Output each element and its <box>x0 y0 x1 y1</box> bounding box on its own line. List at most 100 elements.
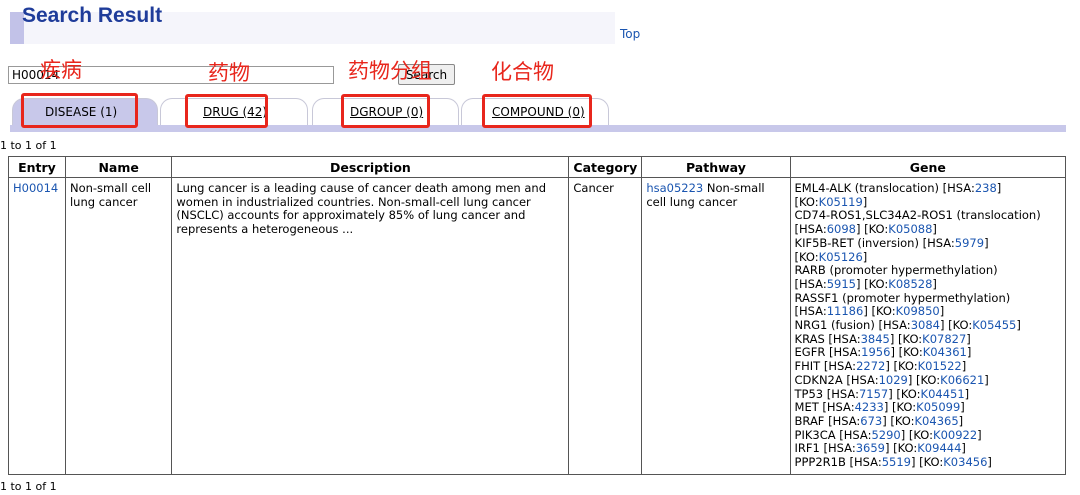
gene-hsa-link[interactable]: 3084 <box>911 318 940 332</box>
column-header-description: Description <box>171 156 570 178</box>
ko-suffix: ] <box>958 413 964 428</box>
hsa-prefix: [HSA: <box>794 222 827 237</box>
annotation-box-disease <box>21 93 138 128</box>
hsa-prefix: [HSA: <box>823 359 857 374</box>
gene-name: CD74-ROS1,SLC34A2-ROS1 (translocation) <box>794 208 1041 223</box>
hsa-suffix: ] <box>996 181 1002 195</box>
entry-cell: H00014 <box>8 177 66 475</box>
ko-suffix: ] <box>1016 318 1021 333</box>
ko-prefix: [KO: <box>794 194 819 209</box>
gene-ko-link[interactable]: K08528 <box>888 277 932 291</box>
hsa-prefix: [HSA: <box>828 413 861 428</box>
annotation-box-dgroup <box>341 94 430 128</box>
hsa-prefix: [HSA: <box>878 318 911 333</box>
gene-entry: PPP2R1B [HSA:5519] [KO:K03456] <box>795 455 992 469</box>
gene-ko-link[interactable]: K09850 <box>896 304 940 318</box>
gene-name: PIK3CA <box>794 427 840 442</box>
gene-ko-link[interactable]: K04451 <box>921 387 965 401</box>
ko-suffix: ] <box>960 400 965 415</box>
gene-hsa-link[interactable]: 5519 <box>882 455 911 469</box>
gene-ko-link[interactable]: K04365 <box>915 414 959 428</box>
ko-suffix: ] <box>932 276 937 291</box>
gene-hsa-link[interactable]: 5979 <box>955 236 984 250</box>
gene-name: MET <box>794 400 823 415</box>
table-row: H00014 Non-small cell lung cancer Lung c… <box>8 177 1067 475</box>
result-count-bottom: 1 to 1 of 1 <box>0 480 57 493</box>
gene-ko-link[interactable]: K05099 <box>916 400 960 414</box>
hsa-prefix: [HSA: <box>846 372 879 387</box>
gene-hsa-link[interactable]: 3845 <box>861 332 890 346</box>
ko-prefix: [KO: <box>890 413 915 428</box>
gene-entry: EML4-ALK (translocation) [HSA:238] [KO:K… <box>795 181 1002 209</box>
gene-hsa-link[interactable]: 11186 <box>827 304 864 318</box>
hsa-suffix: ] <box>856 222 865 237</box>
annotation-drug: 药物 <box>208 61 250 85</box>
ko-prefix: [KO: <box>898 331 923 346</box>
gene-name: IRF1 <box>794 441 824 456</box>
gene-ko-link[interactable]: K01522 <box>918 359 962 373</box>
hsa-suffix: ] <box>884 441 894 456</box>
gene-hsa-link[interactable]: 3659 <box>856 441 885 456</box>
gene-ko-link[interactable]: K05088 <box>888 222 932 236</box>
gene-hsa-link[interactable]: 6098 <box>827 222 856 236</box>
gene-ko-link[interactable]: K06621 <box>940 373 984 387</box>
gene-ko-link[interactable]: K04361 <box>923 345 967 360</box>
ko-prefix: [KO: <box>908 427 934 442</box>
gene-ko-link[interactable]: K03456 <box>943 455 987 469</box>
gene-hsa-link[interactable]: 238 <box>975 181 997 195</box>
hsa-suffix: ] <box>890 345 899 360</box>
hsa-prefix: [HSA: <box>922 235 955 250</box>
gene-hsa-link[interactable]: 673 <box>860 414 882 428</box>
gene-entry: TP53 [HSA:7157] [KO:K04451] <box>795 387 970 401</box>
gene-name: CDKN2A <box>794 372 847 387</box>
gene-name: KRAS <box>794 331 829 346</box>
gene-hsa-link[interactable]: 5915 <box>827 277 856 291</box>
gene-hsa-link[interactable]: 4233 <box>855 400 884 414</box>
gene-ko-link[interactable]: K05119 <box>819 195 863 209</box>
gene-entry: MET [HSA:4233] [KO:K05099] <box>795 400 965 414</box>
gene-entry: CDKN2A [HSA:1029] [KO:K06621] <box>795 373 989 387</box>
gene-entry: KIF5B-RET (inversion) [HSA:5979] [KO:K05… <box>795 236 989 264</box>
column-header-gene: Gene <box>789 156 1067 178</box>
gene-ko-link[interactable]: K05126 <box>819 250 863 264</box>
results-table: Entry Name Description Category Pathway … <box>8 156 1067 475</box>
hsa-prefix: [HSA: <box>828 331 861 346</box>
gene-name: RARB (promoter hypermethylation) <box>794 263 998 278</box>
hsa-suffix: ] <box>883 400 893 415</box>
ko-prefix: [KO: <box>864 276 889 291</box>
gene-ko-link[interactable]: K09444 <box>917 441 961 456</box>
ko-suffix: ] <box>966 345 972 360</box>
gene-entry: PIK3CA [HSA:5290] [KO:K00922] <box>795 428 982 442</box>
ko-suffix: ] <box>961 359 967 374</box>
ko-prefix: [KO: <box>896 386 921 401</box>
column-header-category: Category <box>568 156 643 178</box>
hsa-prefix: [HSA: <box>794 276 827 291</box>
gene-ko-link[interactable]: K05455 <box>972 318 1016 332</box>
entry-link[interactable]: H00014 <box>13 181 58 195</box>
pathway-link[interactable]: hsa05223 <box>646 181 703 195</box>
hsa-suffix: ] <box>885 359 894 374</box>
gene-name: NRG1 (fusion) <box>794 318 879 333</box>
gene-name: RASSF1 (promoter hypermethylation) <box>794 290 1011 305</box>
ko-suffix: ] <box>977 427 982 442</box>
hsa-suffix: ] <box>984 235 989 250</box>
gene-hsa-link[interactable]: 1029 <box>879 373 908 387</box>
ko-prefix: [KO: <box>892 400 917 415</box>
gene-name: TP53 <box>794 386 827 401</box>
gene-ko-link[interactable]: K07827 <box>922 332 966 346</box>
top-link[interactable]: Top <box>620 27 640 41</box>
gene-hsa-link[interactable]: 2272 <box>856 359 885 373</box>
annotation-box-compound <box>482 94 592 128</box>
gene-ko-link[interactable]: K00922 <box>933 428 977 442</box>
hsa-prefix: [HSA: <box>794 304 827 319</box>
gene-hsa-link[interactable]: 5290 <box>871 428 900 442</box>
ko-suffix: ] <box>964 386 970 401</box>
gene-hsa-link[interactable]: 1956 <box>861 345 890 360</box>
annotation-box-drug <box>185 94 268 128</box>
gene-hsa-link[interactable]: 7157 <box>859 387 888 401</box>
ko-suffix: ] <box>862 194 868 209</box>
description-cell: Lung cancer is a leading cause of cancer… <box>171 177 570 475</box>
gene-entry: FHIT [HSA:2272] [KO:K01522] <box>795 359 967 373</box>
gene-cell: EML4-ALK (translocation) [HSA:238] [KO:K… <box>789 177 1067 475</box>
ko-suffix: ] <box>939 304 945 319</box>
